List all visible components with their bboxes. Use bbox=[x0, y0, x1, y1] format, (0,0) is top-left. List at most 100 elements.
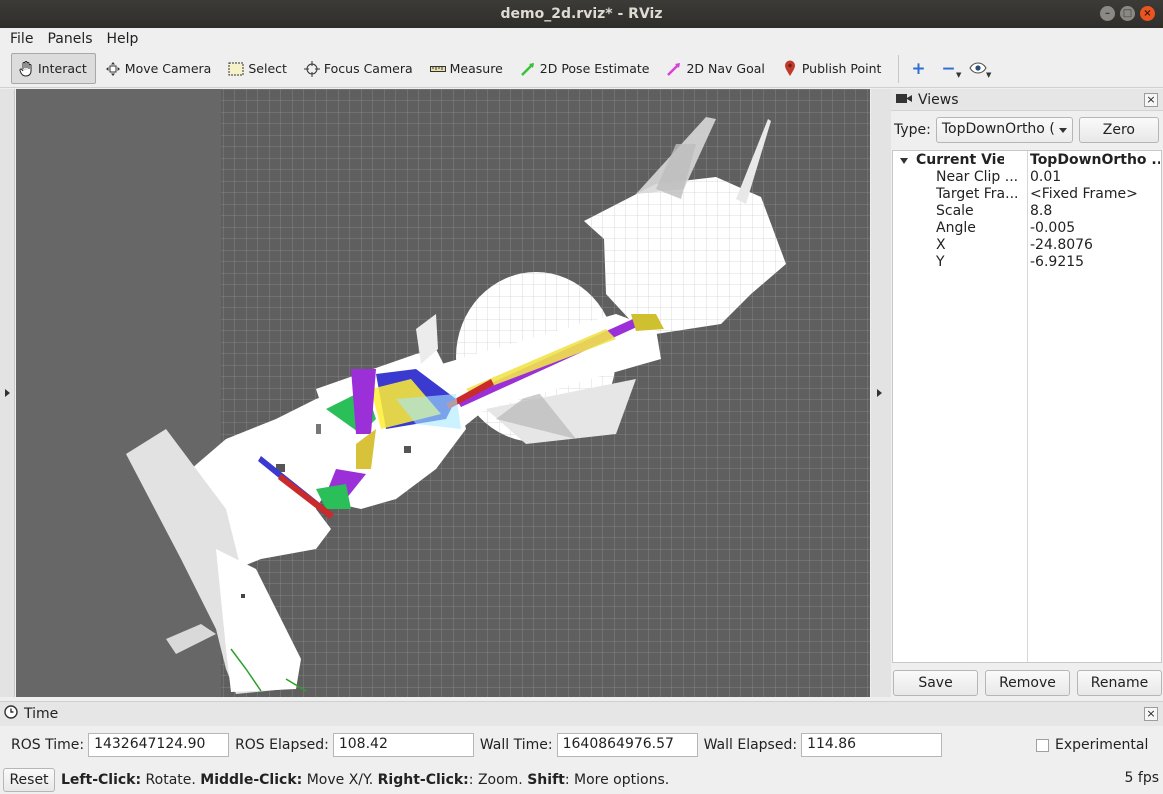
camera-icon bbox=[895, 92, 913, 108]
tree-value[interactable]: 8.8 bbox=[1030, 203, 1160, 220]
expand-right-arrow-icon bbox=[877, 389, 882, 397]
tool-select[interactable]: Select bbox=[222, 53, 295, 84]
experimental-toggle[interactable]: Experimental bbox=[1036, 737, 1148, 753]
measure-icon bbox=[429, 61, 447, 77]
reset-label: Reset bbox=[9, 772, 49, 788]
hint-text: Rotate. bbox=[141, 772, 201, 788]
view-type-value: TopDownOrtho ( bbox=[941, 121, 1055, 137]
time-fields-row: ROS Time: 1432647124.90 ROS Elapsed: 108… bbox=[11, 733, 948, 757]
experimental-checkbox[interactable] bbox=[1036, 738, 1049, 752]
view-type-select[interactable]: TopDownOrtho ( bbox=[935, 117, 1073, 143]
menu-help[interactable]: Help bbox=[107, 28, 139, 50]
tree-key: Angle bbox=[936, 220, 976, 236]
tree-key: Scale bbox=[936, 203, 974, 219]
close-panel-icon[interactable]: × bbox=[1144, 707, 1158, 721]
views-button-row: Save Remove Rename bbox=[893, 670, 1162, 696]
tree-key: Target Fra... bbox=[936, 186, 1019, 202]
maximize-button[interactable]: □ bbox=[1120, 6, 1135, 21]
minimize-button[interactable]: – bbox=[1100, 6, 1115, 21]
wall-time-field[interactable]: 1640864976.57 bbox=[556, 733, 698, 757]
ros-time-label: ROS Time: bbox=[11, 737, 85, 753]
tool-2d-nav-goal[interactable]: 2D Nav Goal bbox=[660, 53, 772, 84]
tree-row-angle[interactable]: Angle -0.005 bbox=[893, 220, 1161, 237]
window-title: demo_2d.rviz* - RViz bbox=[500, 6, 663, 22]
select-icon bbox=[227, 61, 245, 77]
toolbar: Interact Move Camera Select Focus Camera… bbox=[0, 50, 1163, 88]
tool-move-camera[interactable]: Move Camera bbox=[99, 53, 220, 84]
hint-key: Middle-Click: bbox=[200, 772, 303, 788]
hint-key: Shift bbox=[527, 772, 565, 788]
tool-label: 2D Pose Estimate bbox=[539, 61, 650, 76]
tree-row-near-clip[interactable]: Near Clip ... 0.01 bbox=[893, 169, 1161, 186]
toolbar-separator bbox=[898, 54, 900, 83]
zero-button-label: Zero bbox=[1102, 122, 1135, 138]
hint-key: Right-Click: bbox=[377, 772, 469, 788]
tool-label: Move Camera bbox=[124, 61, 212, 76]
close-panel-icon[interactable]: × bbox=[1144, 92, 1158, 107]
status-bar: Reset Left-Click: Rotate. Middle-Click: … bbox=[0, 766, 1163, 794]
tool-2d-pose-estimate[interactable]: 2D Pose Estimate bbox=[514, 53, 658, 84]
tree-row-scale[interactable]: Scale 8.8 bbox=[893, 203, 1161, 220]
remove-view-button[interactable]: Remove bbox=[985, 670, 1070, 696]
tree-value[interactable]: 0.01 bbox=[1030, 169, 1160, 186]
map-pin-icon bbox=[781, 60, 799, 77]
tool-label: Publish Point bbox=[801, 61, 882, 76]
dropdown-arrow-icon: ▼ bbox=[986, 70, 992, 79]
hint-text: Move X/Y. bbox=[302, 772, 378, 788]
button-label: Remove bbox=[999, 675, 1056, 691]
button-label: Save bbox=[918, 675, 953, 691]
pose-estimate-arrow-icon bbox=[519, 61, 537, 77]
tree-key: Y bbox=[936, 254, 945, 270]
ros-elapsed-field[interactable]: 108.42 bbox=[332, 733, 474, 757]
rename-view-button[interactable]: Rename bbox=[1077, 670, 1162, 696]
close-button[interactable]: × bbox=[1140, 6, 1155, 21]
view-properties-tree: Current View TopDownOrtho ... Near Clip … bbox=[892, 150, 1162, 663]
expand-triangle-icon[interactable] bbox=[900, 158, 908, 164]
button-label: Rename bbox=[1090, 675, 1149, 691]
hint-text: : More options. bbox=[564, 772, 670, 788]
right-dock-collapse-handle[interactable] bbox=[871, 89, 891, 697]
tool-focus-camera[interactable]: Focus Camera bbox=[298, 53, 421, 84]
tool-label: Interact bbox=[38, 61, 87, 76]
menu-panels[interactable]: Panels bbox=[47, 28, 92, 50]
tree-value[interactable]: -0.005 bbox=[1030, 220, 1160, 237]
tree-value[interactable]: -6.9215 bbox=[1030, 254, 1160, 271]
move-camera-icon bbox=[104, 61, 122, 77]
menu-file[interactable]: File bbox=[10, 28, 33, 50]
tool-label: Focus Camera bbox=[323, 61, 413, 76]
tool-interact[interactable]: Interact bbox=[11, 53, 96, 84]
tree-row-x[interactable]: X -24.8076 bbox=[893, 237, 1161, 254]
tree-value[interactable]: <Fixed Frame> bbox=[1030, 186, 1160, 203]
tree-value[interactable]: -24.8076 bbox=[1030, 237, 1160, 254]
eye-icon bbox=[969, 59, 988, 79]
tool-measure[interactable]: Measure bbox=[424, 53, 511, 84]
views-panel-title: Views bbox=[918, 91, 959, 108]
tree-value: TopDownOrtho ... bbox=[1030, 152, 1160, 168]
tool-publish-point[interactable]: Publish Point bbox=[776, 53, 890, 84]
view-type-row: Type: TopDownOrtho ( Zero bbox=[894, 117, 1159, 143]
left-dock-collapse-handle[interactable] bbox=[0, 89, 15, 697]
save-view-button[interactable]: Save bbox=[893, 670, 978, 696]
add-tool-button[interactable]: + bbox=[905, 57, 931, 81]
zero-button[interactable]: Zero bbox=[1078, 117, 1159, 143]
fps-readout: 5 fps bbox=[1124, 770, 1159, 786]
tree-key: Near Clip ... bbox=[936, 169, 1019, 185]
expand-left-arrow-icon bbox=[5, 389, 10, 397]
tree-row-target-frame[interactable]: Target Fra... <Fixed Frame> bbox=[893, 186, 1161, 203]
tree-key: X bbox=[936, 237, 946, 253]
wall-elapsed-field[interactable]: 114.86 bbox=[801, 733, 943, 757]
tool-properties-button[interactable]: ▼ bbox=[965, 57, 991, 81]
chevron-down-icon bbox=[1058, 128, 1067, 133]
render-viewport[interactable] bbox=[16, 89, 870, 697]
tree-row-y[interactable]: Y -6.9215 bbox=[893, 254, 1161, 271]
menu-bar: File Panels Help bbox=[0, 28, 1163, 50]
time-panel: Time × ROS Time: 1432647124.90 ROS Elaps… bbox=[0, 701, 1163, 764]
tree-row-current-view[interactable]: Current View TopDownOrtho ... bbox=[893, 152, 1161, 169]
ros-time-field[interactable]: 1432647124.90 bbox=[88, 733, 230, 757]
hint-text: : Zoom. bbox=[468, 772, 528, 788]
tool-label: Measure bbox=[449, 61, 503, 76]
reset-button[interactable]: Reset bbox=[3, 768, 55, 792]
remove-tool-button[interactable]: − ▼ bbox=[935, 57, 961, 81]
ros-elapsed-label: ROS Elapsed: bbox=[235, 737, 329, 753]
time-panel-title: Time bbox=[24, 706, 59, 722]
